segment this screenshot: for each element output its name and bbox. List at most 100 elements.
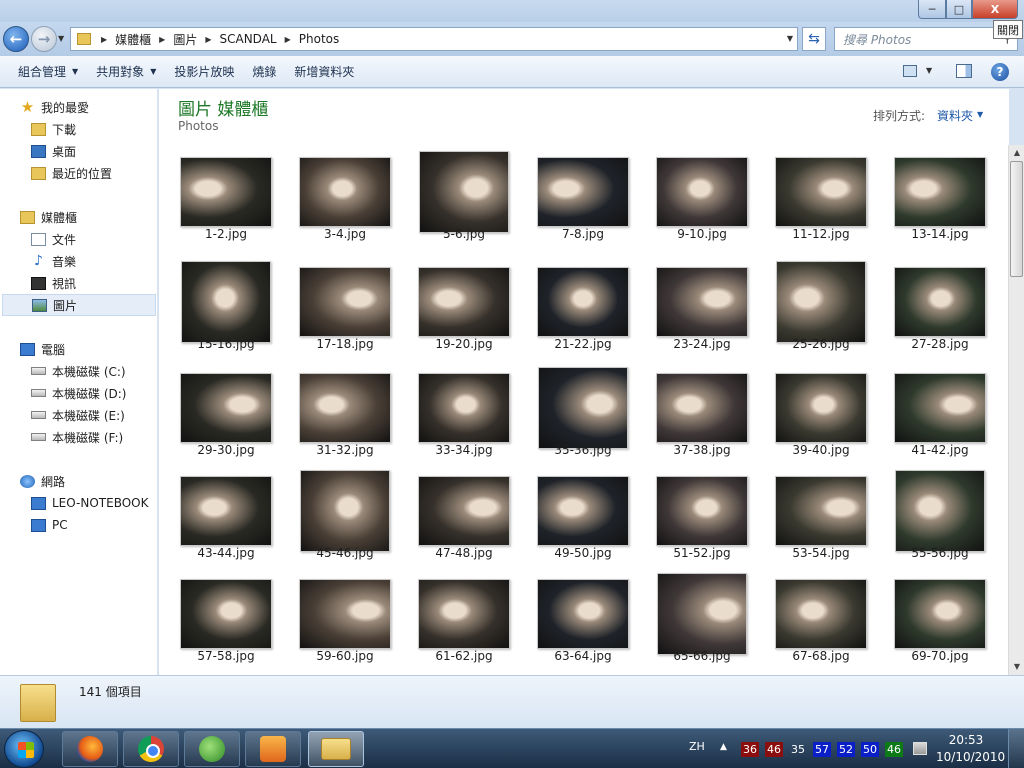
nav-item-recent-places[interactable]: 最近的位置 xyxy=(0,162,158,184)
chevron-right-icon[interactable]: ▶ xyxy=(155,35,169,44)
burn-button[interactable]: 燒錄 xyxy=(243,56,285,87)
search-input[interactable]: 搜尋 Photos ⚲ xyxy=(834,27,1018,51)
slideshow-button[interactable]: 投影片放映 xyxy=(165,56,243,87)
tray-expand-icon[interactable]: ▲ xyxy=(720,742,727,752)
thumbnail-item[interactable]: 67-68.jpg xyxy=(765,573,877,675)
chevron-right-icon[interactable]: ▶ xyxy=(201,35,215,44)
thumbnail-item[interactable]: 63-64.jpg xyxy=(527,573,639,675)
close-button[interactable]: X xyxy=(972,0,1018,19)
recent-pages-dropdown[interactable]: ▼ xyxy=(58,34,64,43)
minimize-button[interactable]: ─ xyxy=(918,0,946,19)
refresh-button[interactable]: ⇆ xyxy=(802,27,826,51)
breadcrumb-pictures[interactable]: 圖片 xyxy=(169,31,201,48)
clock-date[interactable]: 10/10/2010 xyxy=(936,750,1005,764)
nav-item-desktop[interactable]: 桌面 xyxy=(0,140,158,162)
thumbnail-item[interactable]: 51-52.jpg xyxy=(646,470,758,572)
clock-time[interactable]: 20:53 xyxy=(946,733,986,747)
thumbnail-item[interactable]: 59-60.jpg xyxy=(289,573,401,675)
thumbnail-item[interactable]: 37-38.jpg xyxy=(646,367,758,469)
change-view-icon[interactable] xyxy=(903,65,917,77)
thumbnail-item[interactable]: 31-32.jpg xyxy=(289,367,401,469)
thumbnail-item[interactable]: 27-28.jpg xyxy=(884,261,996,363)
taskbar-firefox[interactable] xyxy=(62,731,118,767)
chevron-right-icon[interactable]: ▶ xyxy=(281,35,295,44)
show-desktop-button[interactable] xyxy=(1008,729,1024,768)
nav-item-downloads[interactable]: 下載 xyxy=(0,118,158,140)
new-folder-button[interactable]: 新增資料夾 xyxy=(285,56,363,87)
nav-item-pictures[interactable]: 圖片 xyxy=(2,294,156,316)
thumbnail-item[interactable]: 7-8.jpg xyxy=(527,151,639,253)
temperature-badge[interactable]: 36 xyxy=(741,742,759,757)
back-button[interactable]: ← xyxy=(3,26,29,52)
thumbnail-item[interactable]: 61-62.jpg xyxy=(408,573,520,675)
thumbnail-item[interactable]: 49-50.jpg xyxy=(527,470,639,572)
taskbar-explorer[interactable] xyxy=(308,731,364,767)
title-bar[interactable]: ─ □ X 關閉 xyxy=(0,0,1024,39)
view-options-dropdown[interactable]: ▼ xyxy=(926,66,932,75)
thumbnail-item[interactable]: 9-10.jpg xyxy=(646,151,758,253)
temperature-badge[interactable]: 35 xyxy=(789,742,807,757)
nav-libraries[interactable]: 媒體櫃 xyxy=(0,206,158,228)
thumbnail-item[interactable]: 11-12.jpg xyxy=(765,151,877,253)
nav-item-drive-e[interactable]: 本機磁碟 (E:) xyxy=(0,404,158,426)
nav-item-videos[interactable]: 視訊 xyxy=(0,272,158,294)
organize-button[interactable]: 組合管理 ▼ xyxy=(9,56,87,87)
thumbnail-item[interactable]: 25-26.jpg xyxy=(765,261,877,363)
breadcrumb-photos[interactable]: Photos xyxy=(295,32,343,46)
temperature-badge[interactable]: 52 xyxy=(837,742,855,757)
address-bar[interactable]: ▶ 媒體櫃 ▶ 圖片 ▶ SCANDAL ▶ Photos ▼ xyxy=(70,27,798,51)
thumbnail-item[interactable]: 69-70.jpg xyxy=(884,573,996,675)
nav-favorites[interactable]: ★ 我的最愛 xyxy=(0,96,158,118)
taskbar-media-player[interactable] xyxy=(245,731,301,767)
temperature-badge[interactable]: 46 xyxy=(765,742,783,757)
scroll-up-arrow[interactable]: ▲ xyxy=(1009,145,1024,161)
thumbnail-item[interactable]: 21-22.jpg xyxy=(527,261,639,363)
thumbnail-item[interactable]: 55-56.jpg xyxy=(884,470,996,572)
thumbnail-item[interactable]: 41-42.jpg xyxy=(884,367,996,469)
nav-item-pc[interactable]: PC xyxy=(0,514,158,536)
breadcrumb-scandal[interactable]: SCANDAL xyxy=(216,32,281,46)
scroll-down-arrow[interactable]: ▼ xyxy=(1009,659,1024,675)
share-with-button[interactable]: 共用對象 ▼ xyxy=(87,56,165,87)
thumbnail-item[interactable]: 45-46.jpg xyxy=(289,470,401,572)
thumbnail-item[interactable]: 57-58.jpg xyxy=(170,573,282,675)
forward-button[interactable]: → xyxy=(31,26,57,52)
thumbnail-item[interactable]: 47-48.jpg xyxy=(408,470,520,572)
start-button[interactable] xyxy=(4,730,44,768)
nav-item-music[interactable]: ♪ 音樂 xyxy=(0,250,158,272)
thumbnail-item[interactable]: 43-44.jpg xyxy=(170,470,282,572)
preview-pane-icon[interactable] xyxy=(956,64,972,78)
thumbnail-item[interactable]: 29-30.jpg xyxy=(170,367,282,469)
temperature-badge[interactable]: 57 xyxy=(813,742,831,757)
thumbnail-item[interactable]: 19-20.jpg xyxy=(408,261,520,363)
chevron-right-icon[interactable]: ▶ xyxy=(97,35,111,44)
nav-network[interactable]: 網路 xyxy=(0,470,158,492)
thumbnail-item[interactable]: 13-14.jpg xyxy=(884,151,996,253)
taskbar-messenger[interactable] xyxy=(184,731,240,767)
thumbnail-item[interactable]: 17-18.jpg xyxy=(289,261,401,363)
address-dropdown-icon[interactable]: ▼ xyxy=(787,34,793,43)
scroll-thumb[interactable] xyxy=(1010,161,1023,277)
nav-computer[interactable]: 電腦 xyxy=(0,338,158,360)
vertical-scrollbar[interactable]: ▲ ▼ xyxy=(1008,145,1024,675)
network-status-icon[interactable] xyxy=(913,742,927,755)
thumbnail-item[interactable]: 53-54.jpg xyxy=(765,470,877,572)
temperature-badge[interactable]: 50 xyxy=(861,742,879,757)
thumbnail-item[interactable]: 35-36.jpg xyxy=(527,367,639,469)
thumbnail-item[interactable]: 3-4.jpg xyxy=(289,151,401,253)
language-indicator[interactable]: ZH xyxy=(689,740,705,753)
thumbnail-item[interactable]: 5-6.jpg xyxy=(408,151,520,253)
taskbar-chrome[interactable] xyxy=(123,731,179,767)
thumbnail-item[interactable]: 39-40.jpg xyxy=(765,367,877,469)
nav-item-documents[interactable]: 文件 xyxy=(0,228,158,250)
nav-item-drive-f[interactable]: 本機磁碟 (F:) xyxy=(0,426,158,448)
nav-item-leo-notebook[interactable]: LEO-NOTEBOOK xyxy=(0,492,158,514)
maximize-button[interactable]: □ xyxy=(946,0,972,19)
thumbnail-item[interactable]: 23-24.jpg xyxy=(646,261,758,363)
thumbnail-item[interactable]: 15-16.jpg xyxy=(170,261,282,363)
temperature-badge[interactable]: 46 xyxy=(885,742,903,757)
breadcrumb-libraries[interactable]: 媒體櫃 xyxy=(111,31,155,48)
help-icon[interactable]: ? xyxy=(991,63,1009,81)
thumbnail-item[interactable]: 1-2.jpg xyxy=(170,151,282,253)
nav-item-drive-c[interactable]: 本機磁碟 (C:) xyxy=(0,360,158,382)
